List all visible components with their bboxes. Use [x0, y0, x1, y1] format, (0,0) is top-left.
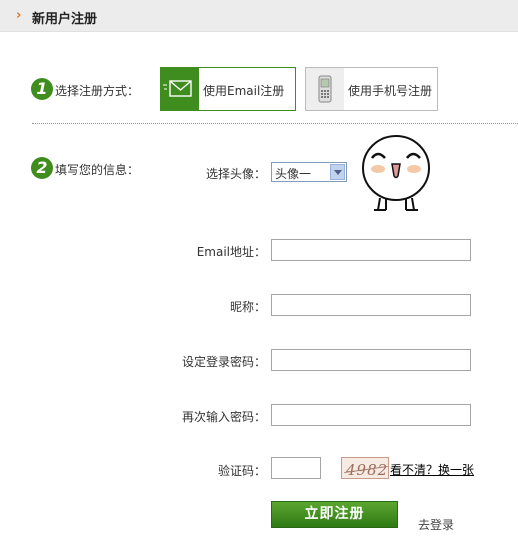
avatar-label: 选择头像：	[205, 167, 266, 181]
envelope-icon	[161, 68, 199, 110]
avatar-preview	[356, 128, 436, 214]
mobile-register-label: 使用手机号注册	[348, 84, 433, 98]
confirm-password-input[interactable]	[271, 404, 471, 426]
page-title: 新用户注册	[32, 12, 98, 27]
mobile-register-option[interactable]: 使用手机号注册	[305, 67, 438, 111]
step-1-label: 选择注册方式：	[55, 84, 140, 98]
mobile-phone-icon	[306, 68, 344, 110]
email-input[interactable]	[271, 239, 471, 261]
password-label: 设定登录密码：	[181, 355, 266, 369]
page-header: › 新用户注册	[0, 0, 518, 32]
header-arrow-icon: ›	[16, 8, 22, 23]
email-label: Email地址：	[196, 245, 266, 259]
captcha-label: 验证码：	[217, 464, 266, 478]
avatar-select[interactable]: 头像一	[271, 162, 347, 182]
password-input[interactable]	[271, 349, 471, 371]
section-divider	[32, 123, 518, 124]
avatar-select-value: 头像一	[275, 167, 312, 181]
refresh-captcha-link[interactable]: 看不清？换一张	[390, 461, 474, 478]
confirm-password-label: 再次输入密码：	[181, 410, 266, 424]
register-submit-button[interactable]: 立即注册	[271, 501, 398, 528]
step-1-badge: 1	[31, 78, 53, 100]
email-register-option[interactable]: 使用Email注册	[160, 67, 296, 111]
chevron-down-icon[interactable]	[330, 164, 345, 180]
nickname-label: 昵称：	[229, 300, 266, 314]
captcha-input[interactable]	[271, 457, 321, 479]
nickname-input[interactable]	[271, 294, 471, 316]
captcha-image[interactable]: 4982	[341, 457, 389, 479]
email-register-label: 使用Email注册	[203, 84, 285, 98]
go-login-link[interactable]: 去登录	[418, 516, 454, 533]
